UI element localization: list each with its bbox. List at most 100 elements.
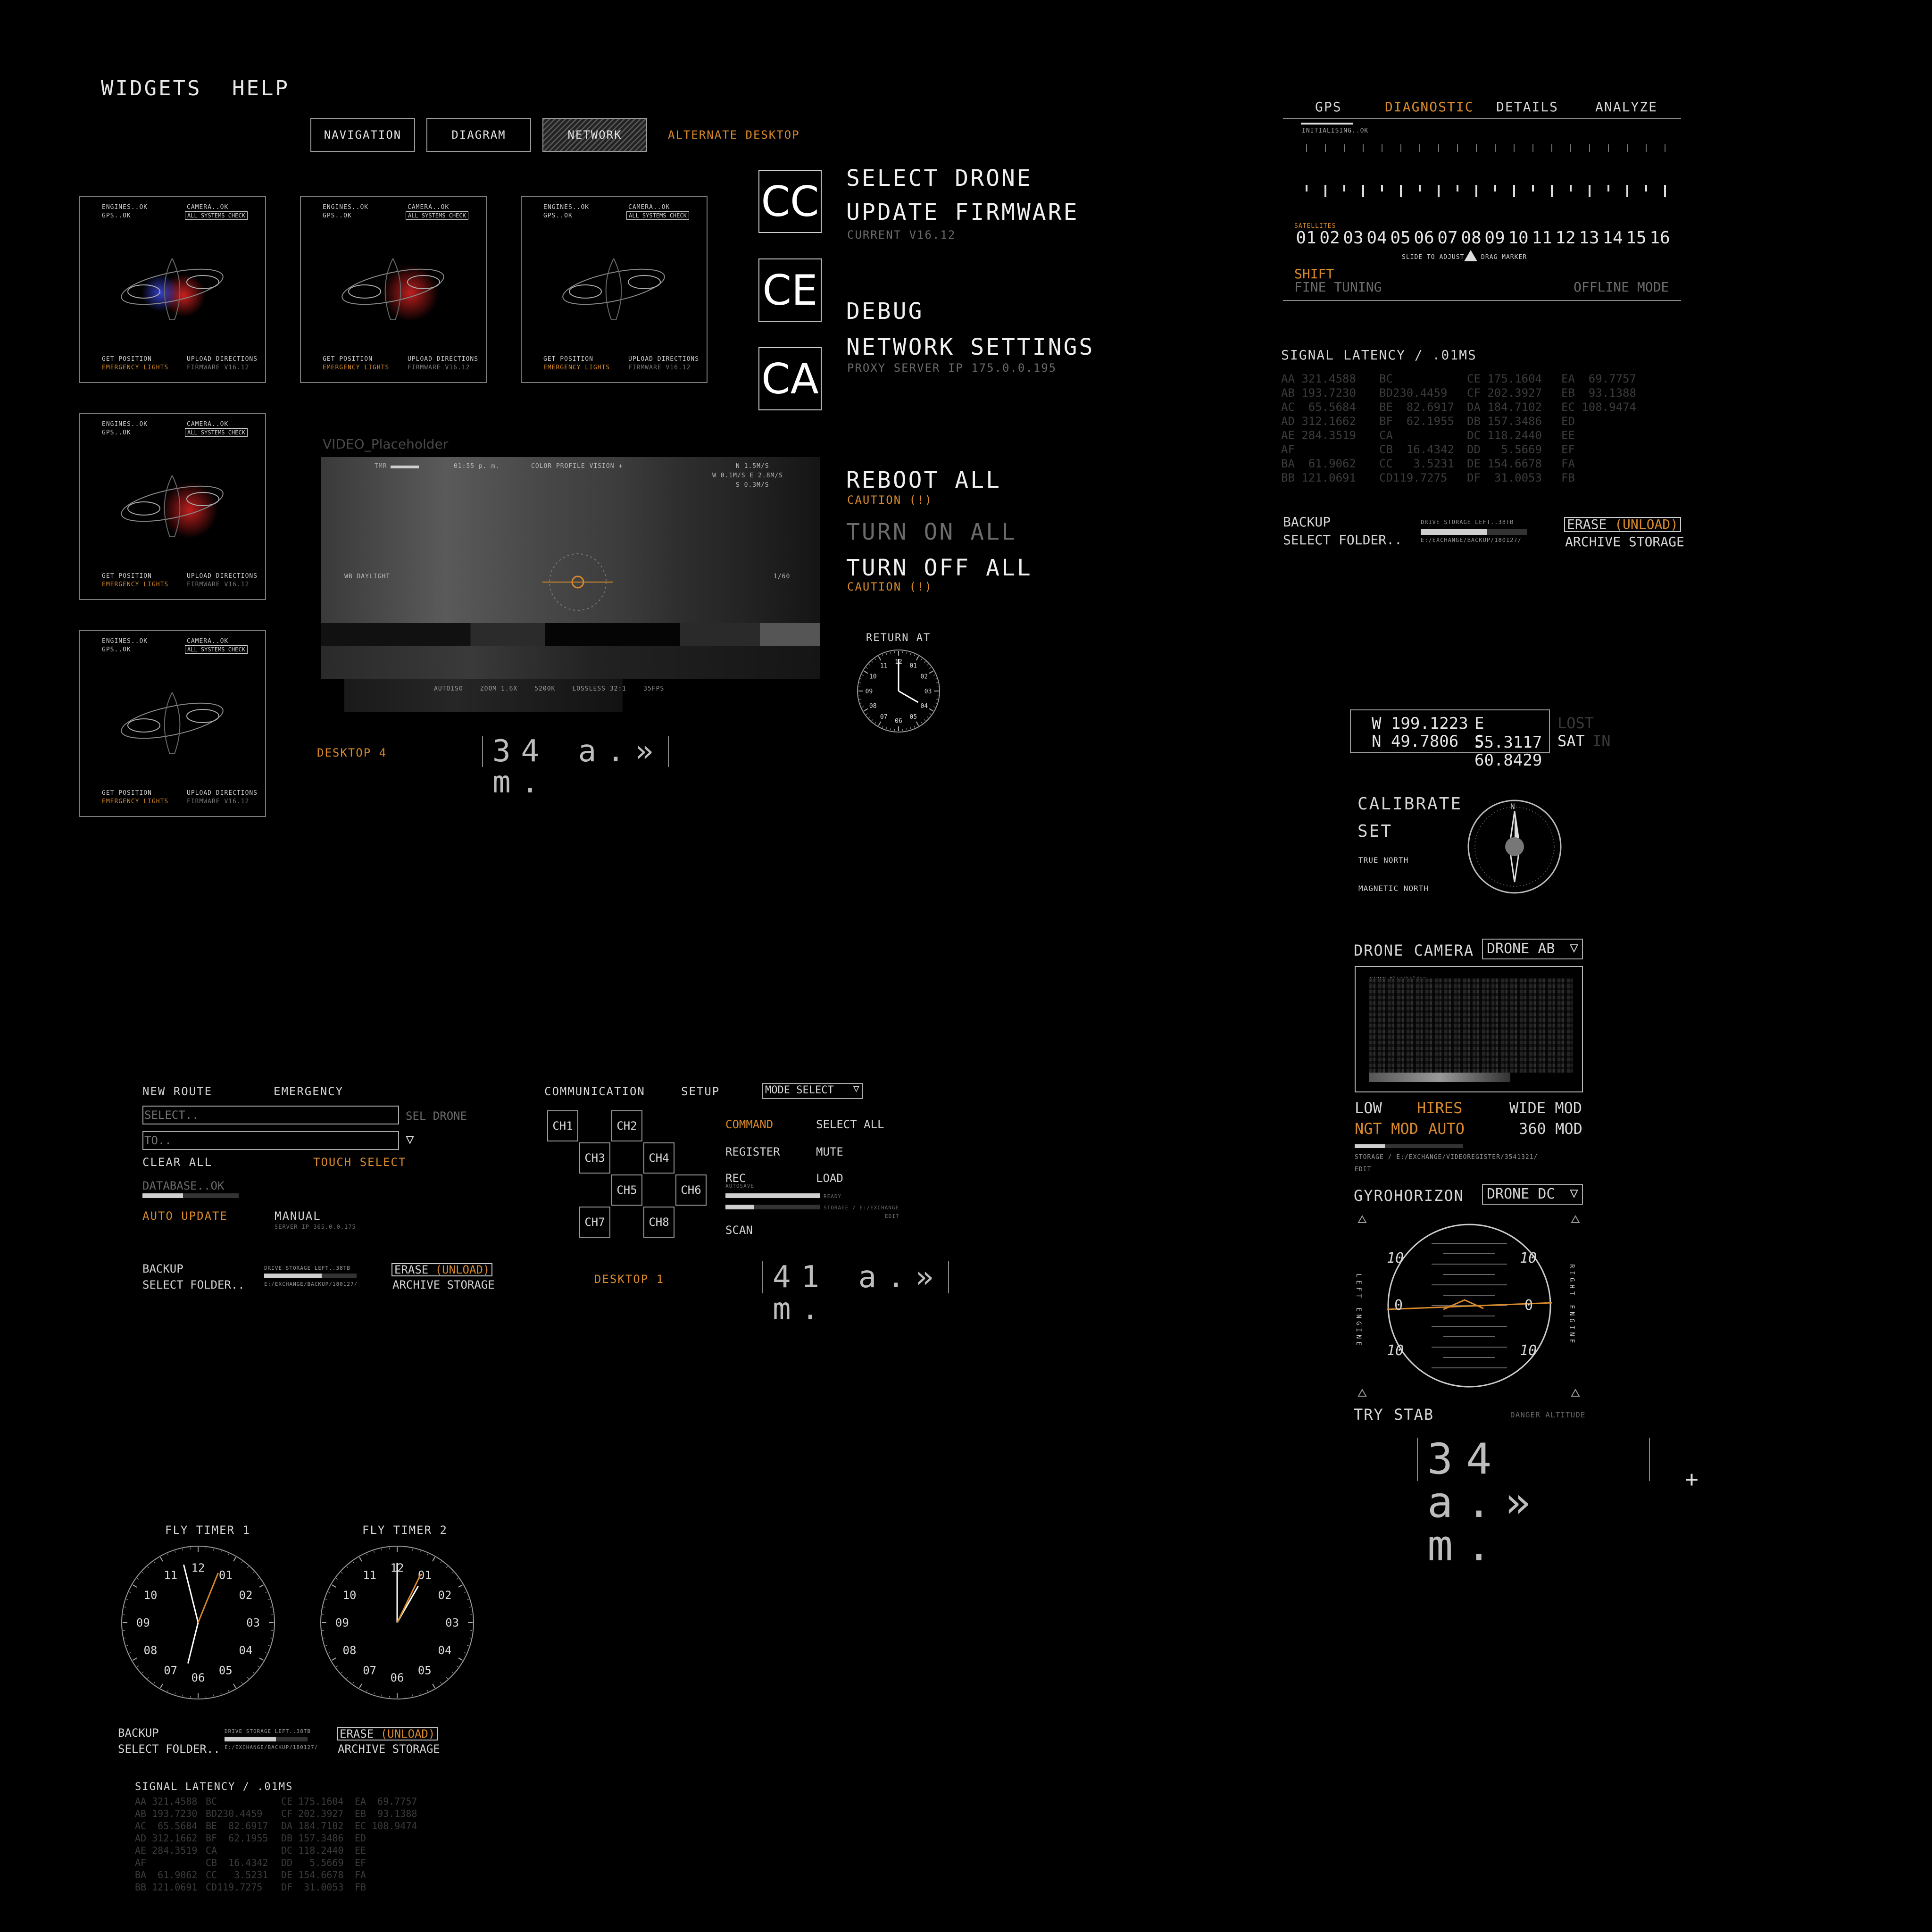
update-firmware-action[interactable]: UPDATE FIRMWARE bbox=[846, 199, 1079, 225]
channel-4[interactable]: CH4 bbox=[643, 1142, 675, 1174]
drone-camera-feed[interactable]: VIDEO Placeholder bbox=[1355, 966, 1583, 1092]
route-from-input[interactable] bbox=[142, 1106, 399, 1124]
return-at-clock[interactable]: 120102030405060708091011 bbox=[854, 646, 943, 736]
upload-directions-button[interactable]: UPLOAD DIRECTIONS bbox=[187, 790, 258, 797]
set-button[interactable]: SET bbox=[1357, 822, 1392, 841]
emergency-lights-button[interactable]: EMERGENCY LIGHTS bbox=[102, 581, 168, 588]
cc-button[interactable]: CC bbox=[758, 170, 822, 233]
touch-select-button[interactable]: TOUCH SELECT bbox=[313, 1156, 406, 1169]
try-stab-button[interactable]: TRY STAB bbox=[1354, 1406, 1434, 1424]
channel-5[interactable]: CH5 bbox=[611, 1174, 642, 1206]
desktop-4-link[interactable]: DESKTOP 4 bbox=[317, 746, 387, 759]
channel-1[interactable]: CH1 bbox=[547, 1110, 578, 1141]
communication-tab[interactable]: COMMUNICATION bbox=[544, 1085, 645, 1098]
all-systems-check-button[interactable]: ALL SYSTEMS CHECK bbox=[626, 211, 689, 220]
reboot-all-action[interactable]: REBOOT ALL bbox=[846, 467, 1001, 493]
get-position-button[interactable]: GET POSITION bbox=[323, 356, 373, 363]
satellite-08[interactable]: 08 bbox=[1459, 228, 1483, 248]
erase-button[interactable]: ERASE (UNLOAD) bbox=[1564, 517, 1682, 532]
details-tab[interactable]: DETAILS bbox=[1496, 99, 1558, 115]
setup-tab[interactable]: SETUP bbox=[681, 1085, 720, 1098]
tab-navigation[interactable]: NAVIGATION bbox=[310, 118, 415, 152]
menu-widgets[interactable]: WIDGETS bbox=[101, 76, 201, 100]
alternate-desktop-link[interactable]: ALTERNATE DESKTOP bbox=[668, 128, 800, 142]
add-icon[interactable]: + bbox=[1685, 1468, 1699, 1491]
backup-button-2[interactable]: BACKUP bbox=[142, 1262, 183, 1275]
satellite-15[interactable]: 15 bbox=[1624, 228, 1648, 248]
drone-card[interactable]: ENGINES..OK GPS..OK CAMERA..OK ALL SYSTE… bbox=[521, 196, 708, 383]
select-drone-action[interactable]: SELECT DRONE bbox=[846, 165, 1033, 192]
get-position-button[interactable]: GET POSITION bbox=[102, 573, 152, 580]
emergency-lights-button[interactable]: EMERGENCY LIGHTS bbox=[102, 364, 168, 371]
focus-reticle[interactable] bbox=[542, 547, 613, 617]
true-north-option[interactable]: TRUE NORTH bbox=[1358, 856, 1408, 865]
drone-card[interactable]: ENGINES..OK GPS..OK CAMERA..OK ALL SYSTE… bbox=[79, 196, 266, 383]
all-systems-check-button[interactable]: ALL SYSTEMS CHECK bbox=[185, 645, 248, 654]
quality-hires[interactable]: HIRES bbox=[1417, 1099, 1462, 1117]
emergency-lights-button[interactable]: EMERGENCY LIGHTS bbox=[543, 364, 610, 371]
command-option[interactable]: COMMAND bbox=[725, 1118, 773, 1131]
offline-mode-label[interactable]: OFFLINE MODE bbox=[1574, 279, 1669, 295]
satellite-01[interactable]: 01 bbox=[1294, 228, 1318, 248]
camera-edit-link[interactable]: EDIT bbox=[1355, 1166, 1371, 1173]
tab-network[interactable]: NETWORK bbox=[542, 118, 647, 152]
manual-option[interactable]: MANUAL bbox=[275, 1209, 321, 1223]
satellite-list[interactable]: 01 02 03 04 05 06 07 08 09 10 11 12 13 14 15 16 bbox=[1294, 228, 1672, 248]
register-option[interactable]: REGISTER bbox=[725, 1145, 780, 1158]
upload-directions-button[interactable]: UPLOAD DIRECTIONS bbox=[408, 356, 478, 363]
get-position-button[interactable]: GET POSITION bbox=[102, 790, 152, 797]
debug-action[interactable]: DEBUG bbox=[846, 298, 924, 325]
mode-wide[interactable]: WIDE MOD bbox=[1509, 1099, 1582, 1117]
sel-drone-label[interactable]: SEL DRONE bbox=[406, 1109, 467, 1123]
mode-select-dropdown[interactable]: MODE SELECT ▽ bbox=[762, 1083, 863, 1099]
channel-3[interactable]: CH3 bbox=[579, 1142, 610, 1174]
backup-button[interactable]: BACKUP bbox=[1283, 514, 1331, 530]
erase-button-2[interactable]: ERASE (UNLOAD) bbox=[391, 1263, 493, 1276]
emergency-lights-button[interactable]: EMERGENCY LIGHTS bbox=[102, 798, 168, 805]
drone-card[interactable]: ENGINES..OK GPS..OK CAMERA..OK ALL SYSTE… bbox=[79, 630, 266, 817]
menu-help[interactable]: HELP bbox=[232, 76, 290, 100]
mode-auto[interactable]: AUTO bbox=[1428, 1120, 1465, 1138]
select-all-option[interactable]: SELECT ALL bbox=[816, 1118, 884, 1131]
satellite-03[interactable]: 03 bbox=[1341, 228, 1365, 248]
emergency-tab[interactable]: EMERGENCY bbox=[274, 1085, 343, 1098]
select-folder-button-3[interactable]: SELECT FOLDER.. bbox=[118, 1742, 220, 1756]
upload-directions-button[interactable]: UPLOAD DIRECTIONS bbox=[628, 356, 699, 363]
fine-tuning-label[interactable]: FINE TUNING bbox=[1294, 279, 1382, 295]
satellite-07[interactable]: 07 bbox=[1436, 228, 1459, 248]
load-option[interactable]: LOAD bbox=[816, 1172, 843, 1185]
all-systems-check-button[interactable]: ALL SYSTEMS CHECK bbox=[185, 211, 248, 220]
gps-tab[interactable]: GPS bbox=[1315, 99, 1342, 115]
analyze-tab[interactable]: ANALYZE bbox=[1595, 99, 1657, 115]
clear-all-button[interactable]: CLEAR ALL bbox=[142, 1156, 212, 1169]
erase-button-3[interactable]: ERASE (UNLOAD) bbox=[337, 1727, 438, 1740]
drag-marker-icon[interactable] bbox=[1464, 250, 1477, 261]
mode-360[interactable]: 360 MOD bbox=[1519, 1120, 1582, 1138]
diagnostic-tab[interactable]: DIAGNOSTIC bbox=[1385, 99, 1474, 115]
satellite-12[interactable]: 12 bbox=[1554, 228, 1577, 248]
comm-edit-link[interactable]: EDIT bbox=[885, 1213, 899, 1219]
turn-on-all-action[interactable]: TURN ON ALL bbox=[846, 519, 1017, 545]
compass-icon[interactable] bbox=[1465, 797, 1564, 896]
gyro-select[interactable]: DRONE DC ▽ bbox=[1482, 1184, 1583, 1205]
video-placeholder[interactable]: VIDEO_Placeholder TMR 01:55 p. m. COLOR … bbox=[321, 436, 820, 719]
satellite-05[interactable]: 05 bbox=[1389, 228, 1412, 248]
sel-drone-chevron-icon[interactable]: ▽ bbox=[406, 1131, 414, 1148]
get-position-button[interactable]: GET POSITION bbox=[102, 356, 152, 363]
channel-7[interactable]: CH7 bbox=[579, 1207, 610, 1238]
satellite-13[interactable]: 13 bbox=[1577, 228, 1601, 248]
satellite-09[interactable]: 09 bbox=[1483, 228, 1507, 248]
channel-8[interactable]: CH8 bbox=[643, 1207, 675, 1238]
all-systems-check-button[interactable]: ALL SYSTEMS CHECK bbox=[185, 428, 248, 437]
upload-directions-button[interactable]: UPLOAD DIRECTIONS bbox=[187, 356, 258, 363]
drone-camera-select[interactable]: DRONE AB ▽ bbox=[1482, 939, 1583, 959]
drone-card[interactable]: ENGINES..OK GPS..OK CAMERA..OK ALL SYSTE… bbox=[79, 413, 266, 600]
get-position-button[interactable]: GET POSITION bbox=[543, 356, 593, 363]
satellite-16[interactable]: 16 bbox=[1648, 228, 1672, 248]
new-route-tab[interactable]: NEW ROUTE bbox=[142, 1085, 212, 1098]
archive-storage-button-3[interactable]: ARCHIVE STORAGE bbox=[338, 1742, 440, 1756]
gyro-horizon[interactable] bbox=[1354, 1208, 1580, 1406]
quality-low[interactable]: LOW bbox=[1355, 1099, 1382, 1117]
satellite-04[interactable]: 04 bbox=[1365, 228, 1389, 248]
scan-option[interactable]: SCAN bbox=[725, 1224, 753, 1237]
